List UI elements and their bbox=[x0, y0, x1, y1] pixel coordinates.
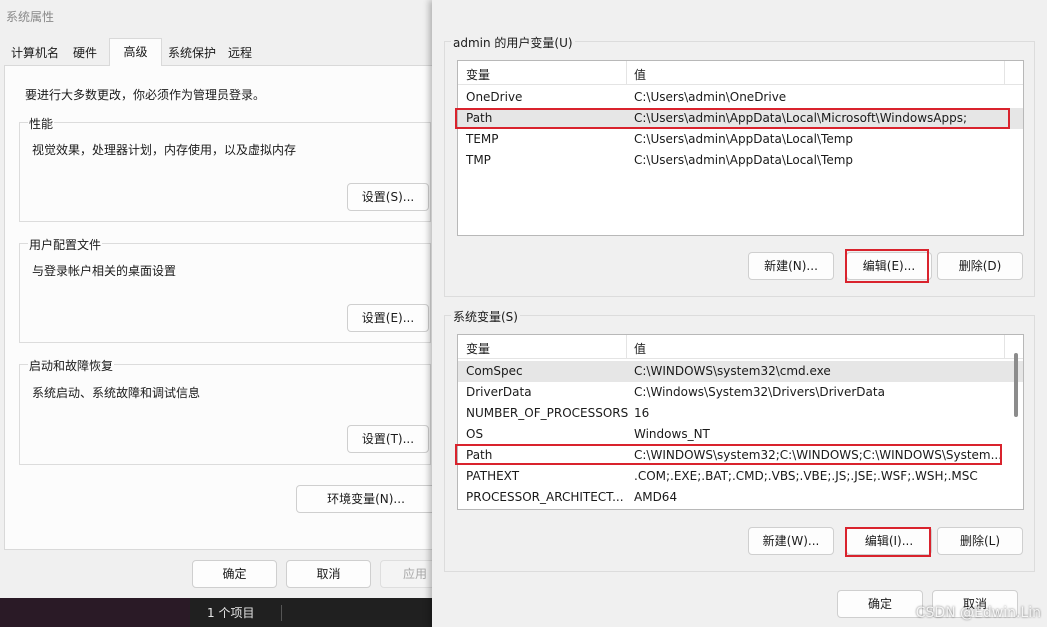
user-variables-label: admin 的用户变量(U) bbox=[451, 34, 575, 51]
tab-hardware[interactable]: 硬件 bbox=[66, 41, 104, 66]
variable-name: Path bbox=[466, 111, 493, 125]
variable-value: C:\Users\admin\OneDrive bbox=[634, 90, 787, 104]
system-var-row-driverdata[interactable]: DriverData C:\Windows\System32\Drivers\D… bbox=[458, 382, 1023, 403]
explorer-status-bar: 1 个项目 bbox=[0, 598, 440, 627]
environment-variables-window: admin 的用户变量(U) 变量 值 OneDrive C:\Users\ad… bbox=[432, 0, 1047, 627]
system-new-button[interactable]: 新建(W)... bbox=[748, 527, 834, 555]
variable-name: TEMP bbox=[466, 132, 499, 146]
system-var-row-number-of-processors[interactable]: NUMBER_OF_PROCESSORS 16 bbox=[458, 403, 1023, 424]
cancel-button[interactable]: 取消 bbox=[286, 560, 371, 588]
system-var-row-os[interactable]: OS Windows_NT bbox=[458, 424, 1023, 445]
user-edit-button[interactable]: 编辑(E)... bbox=[846, 252, 932, 280]
startup-recovery-settings-button[interactable]: 设置(T)... bbox=[347, 425, 429, 453]
startup-recovery-label: 启动和故障恢复 bbox=[28, 357, 115, 374]
tab-system-protection[interactable]: 系统保护 bbox=[164, 41, 220, 66]
status-divider bbox=[281, 605, 282, 621]
env-ok-button[interactable]: 确定 bbox=[837, 590, 923, 618]
variable-value: C:\Users\admin\AppData\Local\Temp bbox=[634, 132, 854, 146]
system-var-row-processor-architecture[interactable]: PROCESSOR_ARCHITECT... AMD64 bbox=[458, 487, 1023, 508]
tab-advanced[interactable]: 高级 bbox=[109, 38, 162, 67]
variable-name: PROCESSOR_ARCHITECT... bbox=[466, 490, 624, 504]
column-header-value[interactable]: 值 bbox=[634, 66, 646, 83]
admin-note: 要进行大多数更改，你必须作为管理员登录。 bbox=[25, 88, 266, 102]
system-var-row-pathext[interactable]: PATHEXT .COM;.EXE;.BAT;.CMD;.VBS;.VBE;.J… bbox=[458, 466, 1023, 487]
vertical-scrollbar[interactable] bbox=[1014, 353, 1018, 417]
apply-button[interactable]: 应用 bbox=[380, 560, 440, 588]
variable-value: AMD64 bbox=[634, 490, 678, 504]
user-profiles-settings-button[interactable]: 设置(E)... bbox=[347, 304, 429, 332]
system-edit-button[interactable]: 编辑(I)... bbox=[846, 527, 932, 555]
tab-remote[interactable]: 远程 bbox=[222, 41, 258, 66]
variable-name: PATHEXT bbox=[466, 469, 520, 483]
column-divider bbox=[1004, 335, 1005, 359]
variable-name: ComSpec bbox=[466, 364, 523, 378]
variable-name: NUMBER_OF_PROCESSORS bbox=[466, 406, 629, 420]
system-variables-label: 系统变量(S) bbox=[451, 308, 520, 325]
variable-name: Path bbox=[466, 448, 493, 462]
ok-button[interactable]: 确定 bbox=[192, 560, 277, 588]
user-profiles-description: 与登录帐户相关的桌面设置 bbox=[32, 264, 177, 278]
variable-value: C:\Users\admin\AppData\Local\Temp bbox=[634, 153, 854, 167]
variable-value: C:\Windows\System32\Drivers\DriverData bbox=[634, 385, 885, 399]
system-delete-button[interactable]: 删除(L) bbox=[937, 527, 1023, 555]
column-divider bbox=[1004, 61, 1005, 85]
csdn-watermark: CSDN @Edwin.Lin bbox=[915, 605, 1041, 621]
variable-value: Windows_NT bbox=[634, 427, 710, 441]
list-header: 变量 值 bbox=[458, 61, 1023, 85]
item-count: 1 个项目 bbox=[207, 606, 255, 620]
variable-name: OneDrive bbox=[466, 90, 523, 104]
performance-label: 性能 bbox=[28, 115, 55, 132]
tab-strip: 计算机名 硬件 高级 系统保护 远程 bbox=[4, 38, 434, 67]
user-delete-button[interactable]: 删除(D) bbox=[937, 252, 1023, 280]
column-divider bbox=[626, 335, 627, 359]
column-header-variable[interactable]: 变量 bbox=[466, 340, 490, 357]
variable-value: 16 bbox=[634, 406, 650, 420]
background-wallpaper bbox=[0, 598, 190, 627]
variable-name: DriverData bbox=[466, 385, 532, 399]
column-header-value[interactable]: 值 bbox=[634, 340, 646, 357]
user-var-row-temp[interactable]: TEMP C:\Users\admin\AppData\Local\Temp bbox=[458, 129, 1023, 150]
performance-description: 视觉效果，处理器计划，内存使用，以及虚拟内存 bbox=[32, 143, 297, 157]
user-var-row-onedrive[interactable]: OneDrive C:\Users\admin\OneDrive bbox=[458, 87, 1023, 108]
window-title: 系统属性 bbox=[6, 10, 55, 24]
user-new-button[interactable]: 新建(N)... bbox=[748, 252, 834, 280]
performance-settings-button[interactable]: 设置(S)... bbox=[347, 183, 429, 211]
user-profiles-label: 用户配置文件 bbox=[28, 236, 103, 253]
system-var-row-comspec[interactable]: ComSpec C:\WINDOWS\system32\cmd.exe bbox=[458, 361, 1023, 382]
system-var-row-path[interactable]: Path C:\WINDOWS\system32;C:\WINDOWS;C:\W… bbox=[458, 445, 1023, 466]
variable-value: C:\Users\admin\AppData\Local\Microsoft\W… bbox=[634, 111, 967, 125]
variable-value: .COM;.EXE;.BAT;.CMD;.VBS;.VBE;.JS;.JSE;.… bbox=[634, 469, 978, 483]
user-variables-list[interactable]: 变量 值 OneDrive C:\Users\admin\OneDrive Pa… bbox=[457, 60, 1024, 236]
variable-name: OS bbox=[466, 427, 484, 441]
variable-name: TMP bbox=[466, 153, 491, 167]
user-var-row-path[interactable]: Path C:\Users\admin\AppData\Local\Micros… bbox=[458, 108, 1023, 129]
column-header-variable[interactable]: 变量 bbox=[466, 66, 490, 83]
column-divider bbox=[626, 61, 627, 85]
tab-computer-name[interactable]: 计算机名 bbox=[6, 41, 64, 66]
user-var-row-tmp[interactable]: TMP C:\Users\admin\AppData\Local\Temp bbox=[458, 150, 1023, 171]
list-header: 变量 值 bbox=[458, 335, 1023, 359]
variable-value: C:\WINDOWS\system32\cmd.exe bbox=[634, 364, 831, 378]
startup-recovery-description: 系统启动、系统故障和调试信息 bbox=[32, 386, 201, 400]
variable-value: C:\WINDOWS\system32;C:\WINDOWS;C:\WINDOW… bbox=[634, 448, 1003, 462]
environment-variables-button[interactable]: 环境变量(N)... bbox=[296, 485, 436, 513]
system-variables-list[interactable]: 变量 值 ComSpec C:\WINDOWS\system32\cmd.exe… bbox=[457, 334, 1024, 510]
system-properties-window: 系统属性 计算机名 硬件 高级 系统保护 远程 要进行大多数更改，你必须作为管理… bbox=[0, 0, 440, 627]
